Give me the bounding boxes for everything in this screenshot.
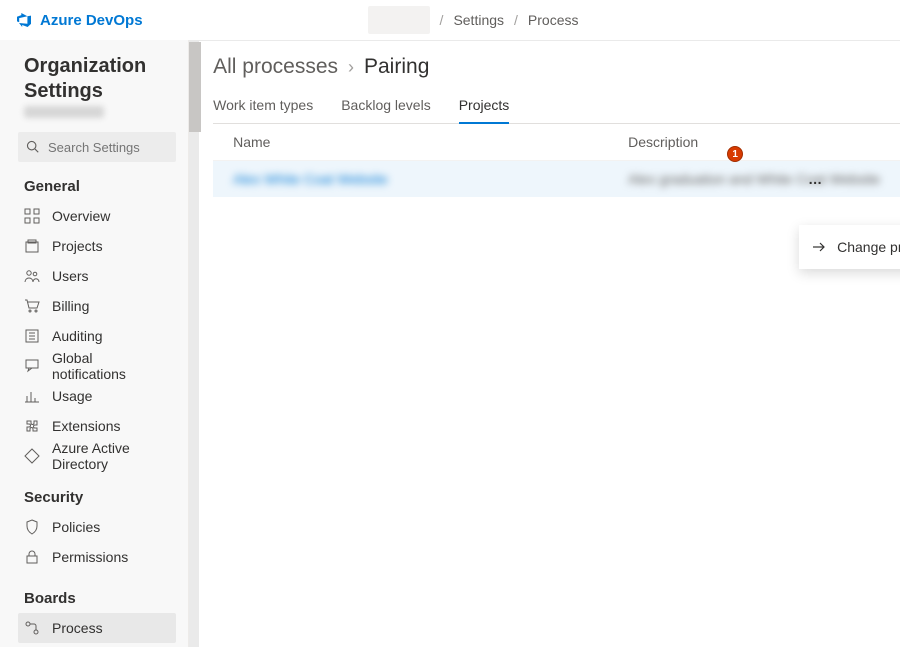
page-breadcrumb-parent[interactable]: All processes — [213, 55, 338, 79]
sidebar-item-process[interactable]: Process — [18, 613, 176, 643]
ellipsis-icon: … — [808, 171, 823, 187]
list-icon — [24, 328, 40, 344]
section-general: General — [24, 178, 176, 195]
sidebar-item-label: Users — [52, 268, 89, 284]
sidebar-item-projects-nav[interactable]: Projects — [18, 231, 176, 261]
section-security: Security — [24, 489, 176, 506]
tabs: Work item types Backlog levels Projects — [213, 91, 900, 124]
sidebar-item-label: Extensions — [52, 418, 120, 434]
sidebar-item-aad[interactable]: Azure Active Directory — [18, 441, 176, 471]
process-icon — [24, 620, 40, 636]
tab-backlog-levels[interactable]: Backlog levels — [341, 91, 431, 123]
sidebar-item-label: Overview — [52, 208, 110, 224]
breadcrumb-sep: / — [514, 12, 518, 28]
sidebar-item-label: Global notifications — [52, 350, 170, 382]
sidebar-item-label: Auditing — [52, 328, 103, 344]
menu-item-label: Change process — [837, 239, 900, 255]
search-settings[interactable] — [18, 132, 176, 162]
brand-name: Azure DevOps — [40, 12, 143, 29]
sidebar-item-label: Permissions — [52, 549, 128, 565]
sidebar-item-billing[interactable]: Billing — [18, 291, 176, 321]
org-name-blurred — [24, 106, 104, 118]
arrow-right-icon — [811, 239, 827, 255]
breadcrumb-sep: / — [440, 12, 444, 28]
sidebar-item-global-notifications[interactable]: Global notifications — [18, 351, 176, 381]
callout-badge-1: 1 — [727, 146, 743, 162]
main-content: All processes › Pairing Work item types … — [199, 40, 900, 647]
sidebar-scrollbar[interactable] — [189, 40, 200, 647]
breadcrumb: / Settings / Process — [368, 6, 579, 34]
page-breadcrumb: All processes › Pairing — [213, 55, 900, 79]
tab-projects[interactable]: Projects — [459, 91, 510, 123]
sidebar-item-label: Azure Active Directory — [52, 440, 170, 472]
sidebar-item-auditing[interactable]: Auditing — [18, 321, 176, 351]
sidebar-item-extensions[interactable]: Extensions — [18, 411, 176, 441]
azure-devops-icon — [16, 12, 32, 28]
row-more-actions[interactable]: … — [808, 171, 823, 187]
sidebar-item-users[interactable]: Users — [18, 261, 176, 291]
sidebar-item-label: Process — [52, 620, 103, 636]
row-name[interactable]: Alex White Coat Website — [233, 171, 628, 187]
sidebar-item-label: Projects — [52, 238, 103, 254]
tab-work-item-types[interactable]: Work item types — [213, 91, 313, 123]
sidebar: Organization Settings General Overview P… — [0, 40, 189, 647]
shield-icon — [24, 519, 40, 535]
search-input[interactable] — [48, 140, 189, 155]
lock-icon — [24, 549, 40, 565]
breadcrumb-process[interactable]: Process — [528, 12, 579, 28]
cart-icon — [24, 298, 40, 314]
context-menu: Change process — [799, 225, 900, 269]
table-header: Name Description — [213, 124, 900, 161]
brand[interactable]: Azure DevOps — [16, 12, 143, 29]
sidebar-item-label: Policies — [52, 519, 100, 535]
chevron-right-icon: › — [348, 57, 354, 78]
sidebar-title: Organization Settings — [24, 54, 176, 104]
column-name[interactable]: Name — [233, 134, 628, 150]
sidebar-item-overview[interactable]: Overview — [18, 201, 176, 231]
page-breadcrumb-current: Pairing — [364, 55, 429, 79]
sidebar-item-policies[interactable]: Policies — [18, 512, 176, 542]
breadcrumb-org-blurred[interactable] — [368, 6, 430, 34]
comment-icon — [24, 358, 40, 374]
table-row[interactable]: Alex White Coat Website Alex graduation … — [213, 161, 900, 197]
diamond-icon — [24, 448, 40, 464]
row-description: Alex graduation and White Coat Website — [628, 171, 880, 187]
grid-icon — [24, 208, 40, 224]
sidebar-item-usage[interactable]: Usage — [18, 381, 176, 411]
breadcrumb-settings[interactable]: Settings — [453, 12, 504, 28]
sidebar-item-label: Usage — [52, 388, 92, 404]
users-icon — [24, 268, 40, 284]
menu-item-change-process[interactable]: Change process — [799, 229, 900, 265]
projects-icon — [24, 238, 40, 254]
section-boards: Boards — [24, 590, 176, 607]
bar-chart-icon — [24, 388, 40, 404]
sidebar-item-permissions[interactable]: Permissions — [18, 542, 176, 572]
column-description[interactable]: Description — [628, 134, 880, 150]
search-icon — [26, 140, 40, 154]
puzzle-icon — [24, 418, 40, 434]
sidebar-item-label: Billing — [52, 298, 89, 314]
